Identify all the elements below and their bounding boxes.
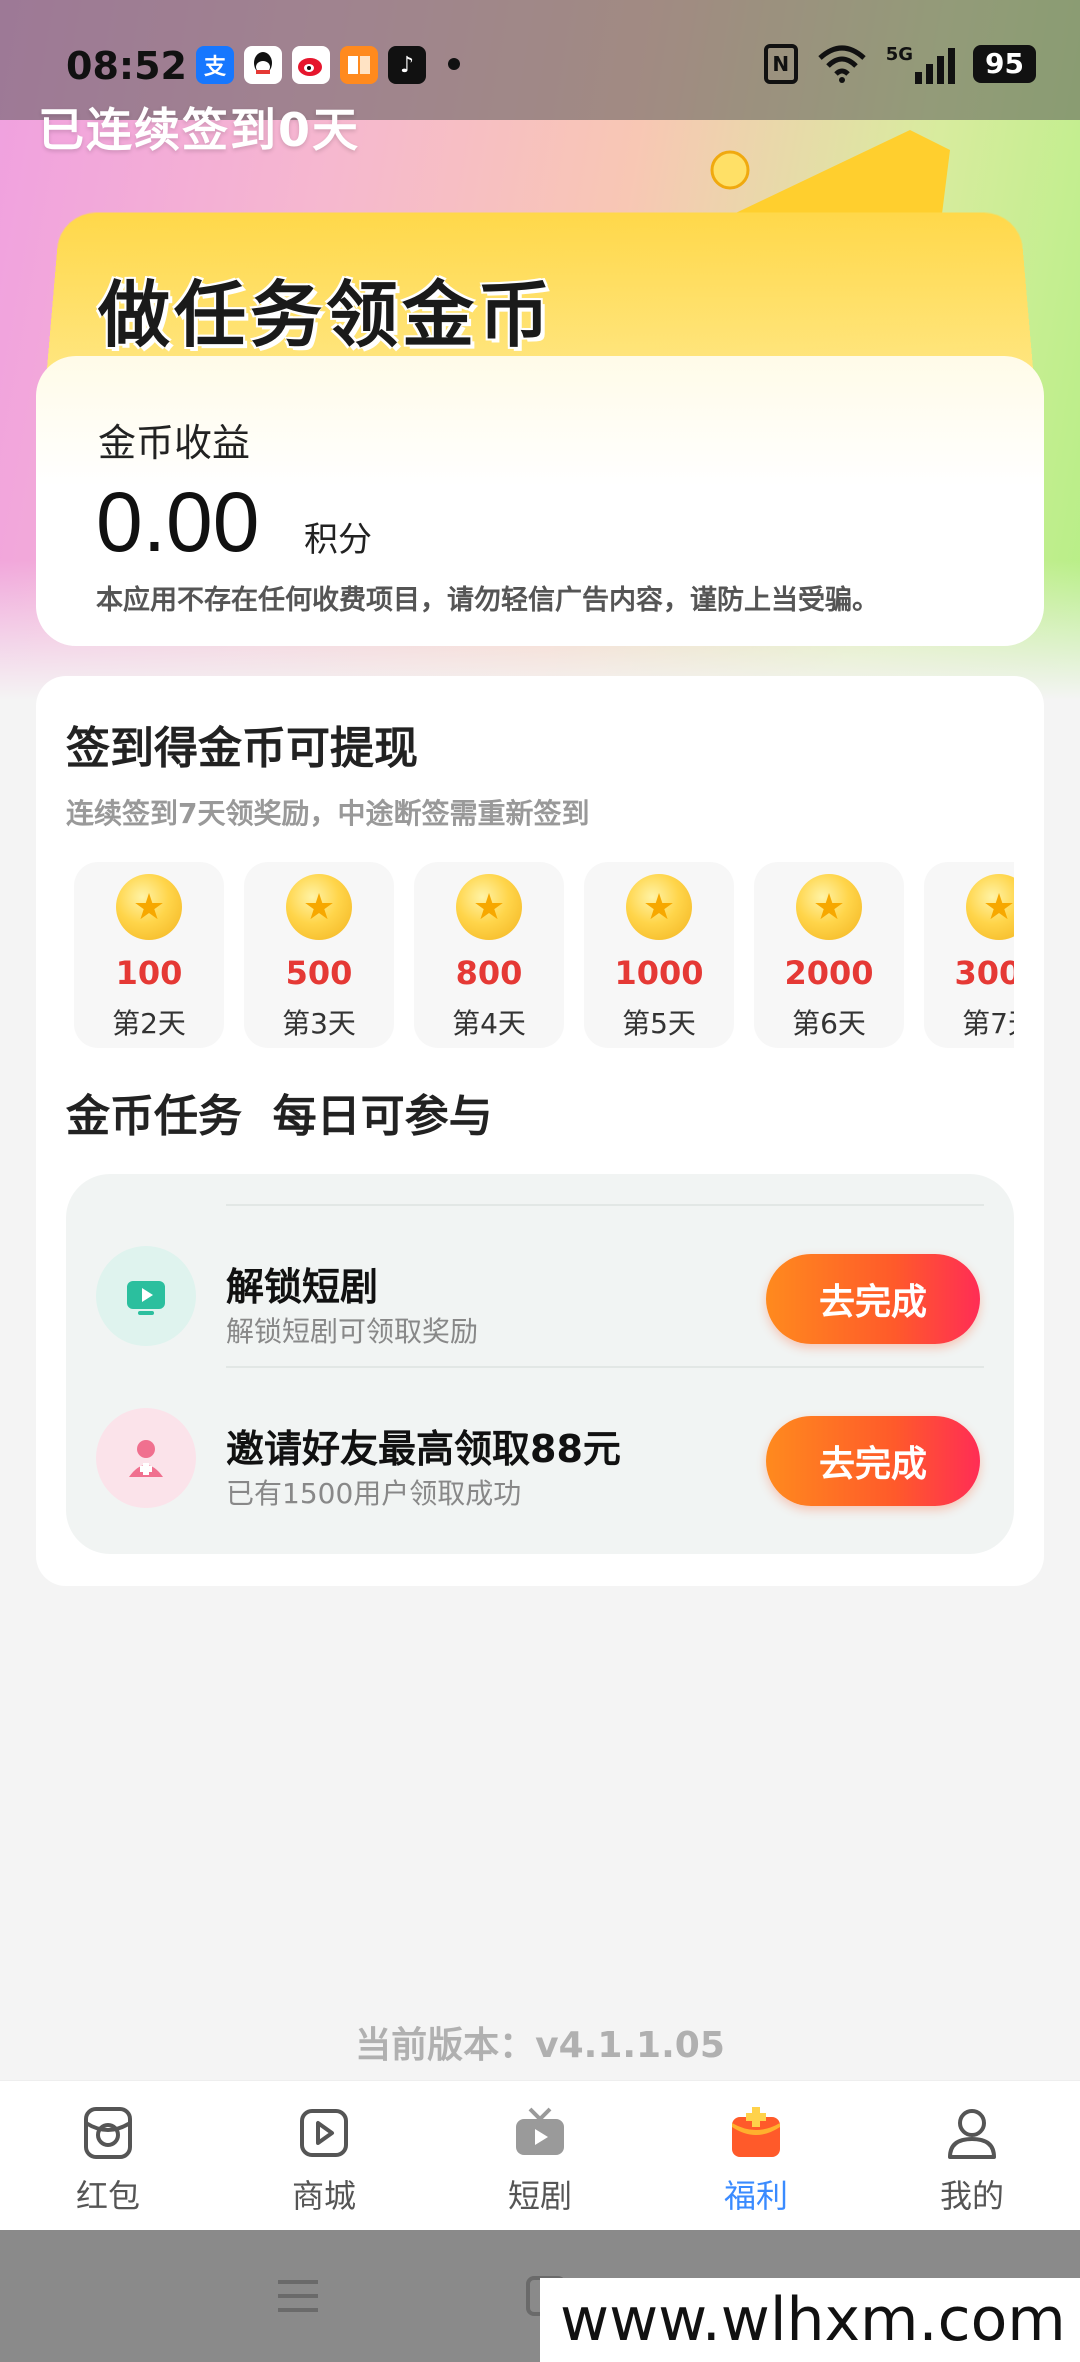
mall-icon [300, 2109, 348, 2157]
earnings-unit: 积分 [304, 520, 372, 560]
weibo-icon [292, 46, 330, 84]
day-label: 第6天 [792, 1007, 866, 1040]
day-label: 第2天 [112, 1007, 186, 1040]
checkin-day[interactable]: ★ 800 第4天 [414, 862, 564, 1048]
bottom-tab-bar: 红包 商城 短剧 福利 我的 [0, 2080, 1080, 2230]
signal-icon [915, 44, 956, 84]
books-icon [340, 46, 378, 84]
wifi-icon [818, 45, 866, 83]
status-indicators: N 5G 95 [763, 44, 1036, 84]
earnings-value: 0.00 [96, 475, 260, 569]
status-time: 08:52 [66, 44, 187, 88]
day-amount: 800 [455, 954, 523, 992]
earnings-card: 金币收益 0.00 积分 本应用不存在任何收费项目，请勿轻信广告内容，谨防上当受… [36, 356, 1044, 646]
complete-task-button[interactable]: 去完成 [766, 1416, 980, 1506]
menu-button[interactable] [278, 2280, 318, 2322]
divider [226, 1204, 984, 1206]
tab-label: 商城 [291, 2177, 356, 2215]
network-type: 5G [885, 44, 914, 65]
earnings-notice: 本应用不存在任何收费项目，请勿轻信广告内容，谨防上当受骗。 [96, 585, 879, 616]
task-name: 解锁短剧 [226, 1265, 379, 1309]
coin-icon: ★ [796, 874, 862, 940]
red-packet-icon [84, 2107, 132, 2159]
streak-text: 已连续签到0天 [38, 103, 361, 157]
battery-indicator: 95 [973, 45, 1036, 83]
task-item-invite-friends: 邀请好友最高领取88元 已有1500用户领取成功 去完成 [66, 1378, 1014, 1528]
day-amount: 100 [115, 954, 183, 992]
tab-label: 短剧 [507, 2177, 572, 2215]
banner-title: 做任务领金币 [98, 273, 555, 357]
day-label: 第4天 [452, 1007, 526, 1040]
checkin-day[interactable]: ★ 2000 第6天 [754, 862, 904, 1048]
tasks-list: 解锁短剧 解锁短剧可领取奖励 去完成 邀请好友最高领取88元 已有1500用户领… [66, 1174, 1014, 1554]
day-label: 第7天 [962, 1007, 1014, 1040]
tab-mall[interactable]: 商城 [216, 2081, 432, 2230]
watermark: www.wlhxm.com [540, 2278, 1080, 2362]
status-app-icons: 支 ♪ [196, 46, 426, 84]
gift-icon [732, 2107, 780, 2157]
qq-icon [244, 46, 282, 84]
tab-red-packet[interactable]: 红包 [0, 2081, 216, 2230]
nfc-icon: N [763, 44, 798, 84]
tab-drama[interactable]: 短剧 [432, 2081, 648, 2230]
user-plus-icon [96, 1408, 196, 1508]
tasks-title: 金币任务 每日可参与 [66, 1091, 493, 1142]
coin-icon: ★ [626, 874, 692, 940]
task-name: 邀请好友最高领取88元 [226, 1427, 621, 1471]
profile-icon [948, 2109, 996, 2159]
task-description: 已有1500用户领取成功 [226, 1477, 522, 1510]
play-icon [96, 1246, 196, 1346]
day-amount: 2000 [784, 954, 874, 992]
divider [226, 1366, 984, 1368]
coin-icon: ★ [286, 874, 352, 940]
checkin-day[interactable]: ★ 100 第2天 [74, 862, 224, 1048]
alipay-icon: 支 [196, 46, 234, 84]
day-label: 第5天 [622, 1007, 696, 1040]
complete-task-button[interactable]: 去完成 [766, 1254, 980, 1344]
tab-label: 我的 [939, 2177, 1004, 2215]
checkin-days-scroller[interactable]: ★ 100 第2天 ★ 500 第3天 ★ 800 第4天 ★ 1000 第5天… [74, 862, 1014, 1048]
version-text: 当前版本：v4.1.1.05 [355, 2025, 725, 2066]
tab-welfare[interactable]: 福利 [648, 2081, 864, 2230]
checkin-day[interactable]: ★ 3000 第7天 [924, 862, 1014, 1048]
day-amount: 1000 [614, 954, 704, 992]
checkin-card: 签到得金币可提现 连续签到7天领奖励，中途断签需重新签到 ★ 100 第2天 ★… [36, 676, 1044, 1586]
day-label: 第3天 [282, 1007, 356, 1040]
task-description: 解锁短剧可领取奖励 [226, 1315, 479, 1348]
checkin-subtitle: 连续签到7天领奖励，中途断签需重新签到 [66, 797, 590, 830]
task-item-unlock-drama: 解锁短剧 解锁短剧可领取奖励 去完成 [66, 1216, 1014, 1366]
coin-icon: ★ [966, 874, 1014, 940]
tab-label: 福利 [723, 2177, 788, 2215]
checkin-day[interactable]: ★ 1000 第5天 [584, 862, 734, 1048]
tiktok-icon: ♪ [388, 46, 426, 84]
day-amount: 500 [285, 954, 353, 992]
coin-icon: ★ [116, 874, 182, 940]
earnings-label: 金币收益 [98, 421, 251, 465]
checkin-title: 签到得金币可提现 [66, 723, 418, 774]
tv-icon [516, 2107, 564, 2155]
checkin-day[interactable]: ★ 500 第3天 [244, 862, 394, 1048]
coin-icon: ★ [456, 874, 522, 940]
day-amount: 3000 [954, 954, 1014, 992]
tab-profile[interactable]: 我的 [864, 2081, 1080, 2230]
notification-dot [448, 58, 460, 70]
tab-label: 红包 [75, 2177, 140, 2215]
